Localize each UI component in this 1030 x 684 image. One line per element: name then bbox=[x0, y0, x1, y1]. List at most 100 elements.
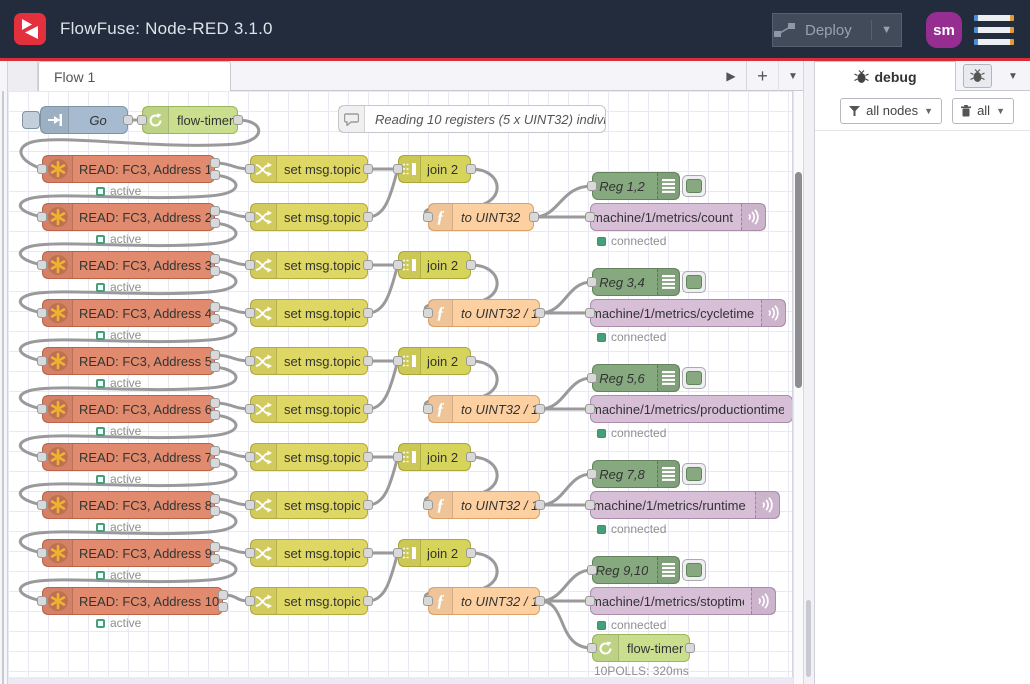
join-out-port[interactable] bbox=[466, 260, 476, 270]
debug-toggle-button[interactable] bbox=[682, 463, 706, 485]
sidebar-menu-caret[interactable]: ▼ bbox=[1001, 65, 1025, 87]
function-out-port[interactable] bbox=[535, 500, 545, 510]
function-out-port[interactable] bbox=[535, 308, 545, 318]
change-out-port[interactable] bbox=[363, 308, 373, 318]
join-node[interactable]: join 2 bbox=[398, 539, 471, 567]
read-in-port[interactable] bbox=[37, 548, 47, 558]
deploy-caret-icon[interactable]: ▼ bbox=[871, 20, 892, 40]
debug-toggle-button[interactable] bbox=[682, 367, 706, 389]
join-node[interactable]: join 2 bbox=[398, 347, 471, 375]
read-in-port[interactable] bbox=[37, 308, 47, 318]
read-in-port[interactable] bbox=[37, 260, 47, 270]
join-node[interactable]: join 2 bbox=[398, 251, 471, 279]
change-node[interactable]: set msg.topic bbox=[250, 587, 368, 615]
debug-node[interactable]: Reg 9,10 bbox=[592, 556, 680, 584]
separator-handle[interactable] bbox=[806, 600, 811, 677]
change-out-port[interactable] bbox=[363, 212, 373, 222]
function-out-port[interactable] bbox=[535, 596, 545, 606]
modbus-read-node[interactable]: READ: FC3, Address 10 bbox=[42, 587, 223, 615]
function-node[interactable]: ƒto UINT32 / 100 bbox=[428, 587, 540, 615]
user-avatar[interactable]: sm bbox=[926, 12, 962, 48]
change-in-port[interactable] bbox=[245, 548, 255, 558]
read-out-port-2[interactable] bbox=[210, 170, 220, 180]
mqtt-out-node[interactable]: machine/1/metrics/productiontime bbox=[590, 395, 793, 423]
modbus-read-node[interactable]: READ: FC3, Address 6 bbox=[42, 395, 215, 423]
debug-pane-button[interactable] bbox=[963, 64, 992, 88]
sidebar-separator[interactable] bbox=[803, 61, 815, 684]
debug-messages-pane[interactable] bbox=[815, 131, 1030, 684]
read-out-port-1[interactable] bbox=[210, 350, 220, 360]
modbus-read-node[interactable]: READ: FC3, Address 1 bbox=[42, 155, 215, 183]
read-out-port-1[interactable] bbox=[210, 398, 220, 408]
change-node[interactable]: set msg.topic bbox=[250, 251, 368, 279]
modbus-read-node[interactable]: READ: FC3, Address 9 bbox=[42, 539, 215, 567]
change-node[interactable]: set msg.topic bbox=[250, 395, 368, 423]
main-menu-button[interactable] bbox=[974, 15, 1014, 45]
debug-in-port[interactable] bbox=[587, 181, 597, 191]
read-out-port-2[interactable] bbox=[210, 458, 220, 468]
mqtt-out-node[interactable]: machine/1/metrics/runtime bbox=[590, 491, 780, 519]
change-node[interactable]: set msg.topic bbox=[250, 203, 368, 231]
change-out-port[interactable] bbox=[363, 548, 373, 558]
function-out-port[interactable] bbox=[529, 212, 539, 222]
modbus-read-node[interactable]: READ: FC3, Address 8 bbox=[42, 491, 215, 519]
change-node[interactable]: set msg.topic bbox=[250, 155, 368, 183]
debug-node[interactable]: Reg 3,4 bbox=[592, 268, 680, 296]
modbus-read-node[interactable]: READ: FC3, Address 3 bbox=[42, 251, 215, 279]
join-in-port[interactable] bbox=[393, 452, 403, 462]
flow-canvas[interactable]: Goflow-timerReading 10 registers (5 x UI… bbox=[8, 91, 793, 684]
mqtt-in-port[interactable] bbox=[585, 212, 595, 222]
join-node[interactable]: join 2 bbox=[398, 443, 471, 471]
read-out-port-2[interactable] bbox=[218, 602, 228, 612]
change-out-port[interactable] bbox=[363, 404, 373, 414]
change-node[interactable]: set msg.topic bbox=[250, 299, 368, 327]
read-out-port-2[interactable] bbox=[210, 266, 220, 276]
change-out-port[interactable] bbox=[363, 500, 373, 510]
change-out-port[interactable] bbox=[363, 452, 373, 462]
read-out-port-1[interactable] bbox=[210, 302, 220, 312]
read-out-port-2[interactable] bbox=[210, 218, 220, 228]
debug-in-port[interactable] bbox=[587, 373, 597, 383]
change-in-port[interactable] bbox=[245, 596, 255, 606]
join-in-port[interactable] bbox=[393, 260, 403, 270]
tab-debug[interactable]: debug bbox=[815, 61, 956, 91]
deploy-button[interactable]: Deploy ▼ bbox=[772, 13, 902, 47]
change-in-port[interactable] bbox=[245, 260, 255, 270]
read-out-port-2[interactable] bbox=[210, 362, 220, 372]
function-in-port[interactable] bbox=[423, 596, 433, 606]
change-out-port[interactable] bbox=[363, 164, 373, 174]
mqtt-in-port[interactable] bbox=[585, 500, 595, 510]
read-in-port[interactable] bbox=[37, 164, 47, 174]
function-node[interactable]: ƒto UINT32 / 100 bbox=[428, 299, 540, 327]
read-out-port-2[interactable] bbox=[210, 506, 220, 516]
canvas-vscrollbar[interactable] bbox=[793, 91, 803, 684]
inject-button[interactable] bbox=[22, 111, 40, 129]
mqtt-in-port[interactable] bbox=[585, 404, 595, 414]
debug-node[interactable]: Reg 1,2 bbox=[592, 172, 680, 200]
read-out-port-1[interactable] bbox=[218, 590, 228, 600]
debug-node[interactable]: Reg 7,8 bbox=[592, 460, 680, 488]
join-in-port[interactable] bbox=[393, 356, 403, 366]
function-node[interactable]: ƒto UINT32 / 100 bbox=[428, 395, 540, 423]
modbus-read-node[interactable]: READ: FC3, Address 2 bbox=[42, 203, 215, 231]
read-out-port-2[interactable] bbox=[210, 554, 220, 564]
debug-toggle-button[interactable] bbox=[682, 559, 706, 581]
mqtt-in-port[interactable] bbox=[585, 308, 595, 318]
change-node[interactable]: set msg.topic bbox=[250, 347, 368, 375]
change-out-port[interactable] bbox=[363, 260, 373, 270]
join-out-port[interactable] bbox=[466, 548, 476, 558]
change-node[interactable]: set msg.topic bbox=[250, 539, 368, 567]
change-out-port[interactable] bbox=[363, 596, 373, 606]
flow-timer-bottom-node[interactable]: flow-timer bbox=[592, 634, 690, 662]
inject-out-port[interactable] bbox=[123, 115, 133, 125]
change-node[interactable]: set msg.topic bbox=[250, 491, 368, 519]
read-out-port-1[interactable] bbox=[210, 446, 220, 456]
change-in-port[interactable] bbox=[245, 164, 255, 174]
function-in-port[interactable] bbox=[423, 404, 433, 414]
join-in-port[interactable] bbox=[393, 548, 403, 558]
debug-in-port[interactable] bbox=[587, 469, 597, 479]
read-out-port-1[interactable] bbox=[210, 158, 220, 168]
function-node[interactable]: ƒto UINT32 / 100 bbox=[428, 491, 540, 519]
debug-clear-button[interactable]: all ▼ bbox=[952, 98, 1014, 124]
add-flow-button[interactable]: + bbox=[747, 61, 779, 91]
